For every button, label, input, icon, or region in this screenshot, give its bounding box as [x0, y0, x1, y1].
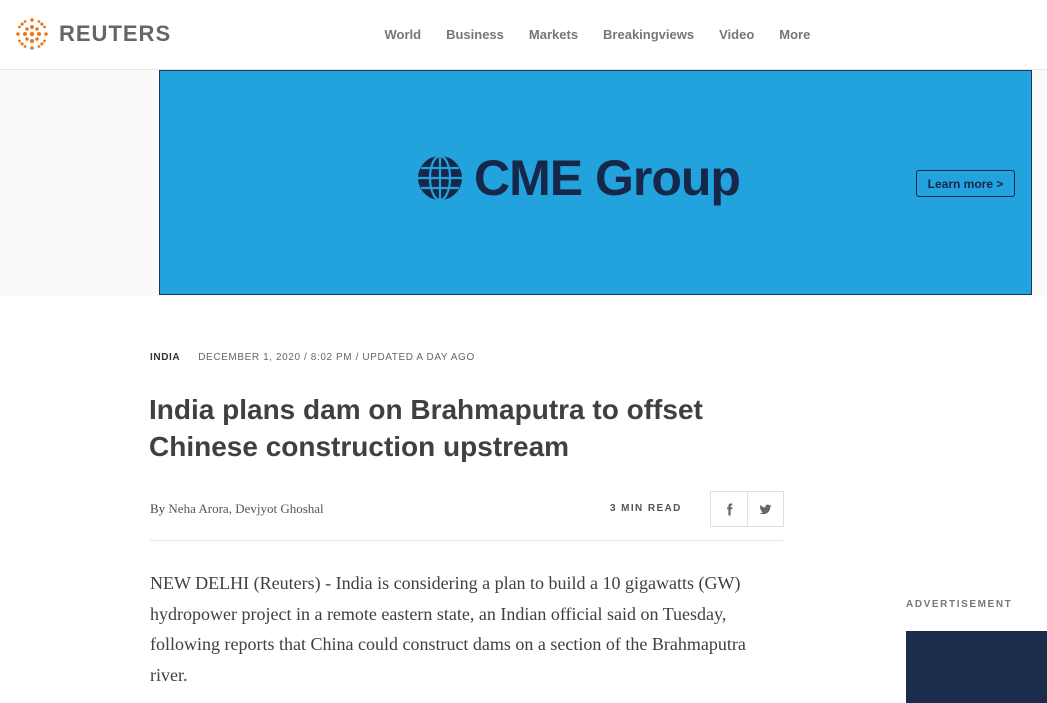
facebook-share-button[interactable] — [711, 492, 747, 526]
read-time: 3 MIN READ — [610, 503, 682, 514]
dateline: DECEMBER 1, 2020 / 8:02 PM / UPDATED A D… — [198, 352, 475, 363]
reuters-logo-icon — [16, 18, 48, 50]
nav-item-video[interactable]: Video — [719, 27, 754, 42]
nav-item-breakingviews[interactable]: Breakingviews — [603, 27, 694, 42]
twitter-share-button[interactable] — [747, 492, 783, 526]
nav-item-business[interactable]: Business — [446, 27, 504, 42]
article-body-paragraph: NEW DELHI (Reuters) - India is consideri… — [150, 573, 746, 685]
learn-more-button[interactable]: Learn more > — [916, 170, 1015, 197]
twitter-icon — [759, 504, 772, 514]
nav-item-markets[interactable]: Markets — [529, 27, 578, 42]
nav-item-more[interactable]: More — [779, 27, 810, 42]
article-headline: India plans dam on Brahmaputra to offset… — [149, 394, 703, 462]
advertisement-label: ADVERTISEMENT — [906, 599, 1013, 610]
nav-item-world[interactable]: World — [385, 27, 422, 42]
globe-icon — [418, 154, 462, 202]
main-nav: World Business Markets Breakingviews Vid… — [372, 27, 823, 42]
byline: By Neha Arora, Devjyot Ghoshal — [150, 501, 324, 517]
byline-prefix: By — [150, 501, 169, 516]
facebook-icon — [726, 503, 732, 515]
cme-brand-text: CME Group — [474, 150, 741, 206]
top-ad-zone: CME Group Learn more > — [0, 70, 1047, 296]
sidebar-ad[interactable] — [906, 631, 1047, 703]
article-meta: INDIA DECEMBER 1, 2020 / 8:02 PM / UPDAT… — [150, 352, 475, 363]
section-tag[interactable]: INDIA — [150, 352, 180, 363]
byline-authors[interactable]: Neha Arora, Devjyot Ghoshal — [168, 501, 323, 516]
site-header: REUTERS World Business Markets Breakingv… — [0, 0, 1047, 70]
byline-divider — [150, 540, 783, 541]
brand-name: REUTERS — [59, 21, 172, 46]
cme-ad-banner[interactable]: CME Group Learn more > — [159, 70, 1032, 295]
reuters-logo[interactable]: REUTERS — [14, 16, 171, 52]
cme-logo: CME Group — [416, 150, 741, 206]
share-buttons — [710, 491, 784, 527]
